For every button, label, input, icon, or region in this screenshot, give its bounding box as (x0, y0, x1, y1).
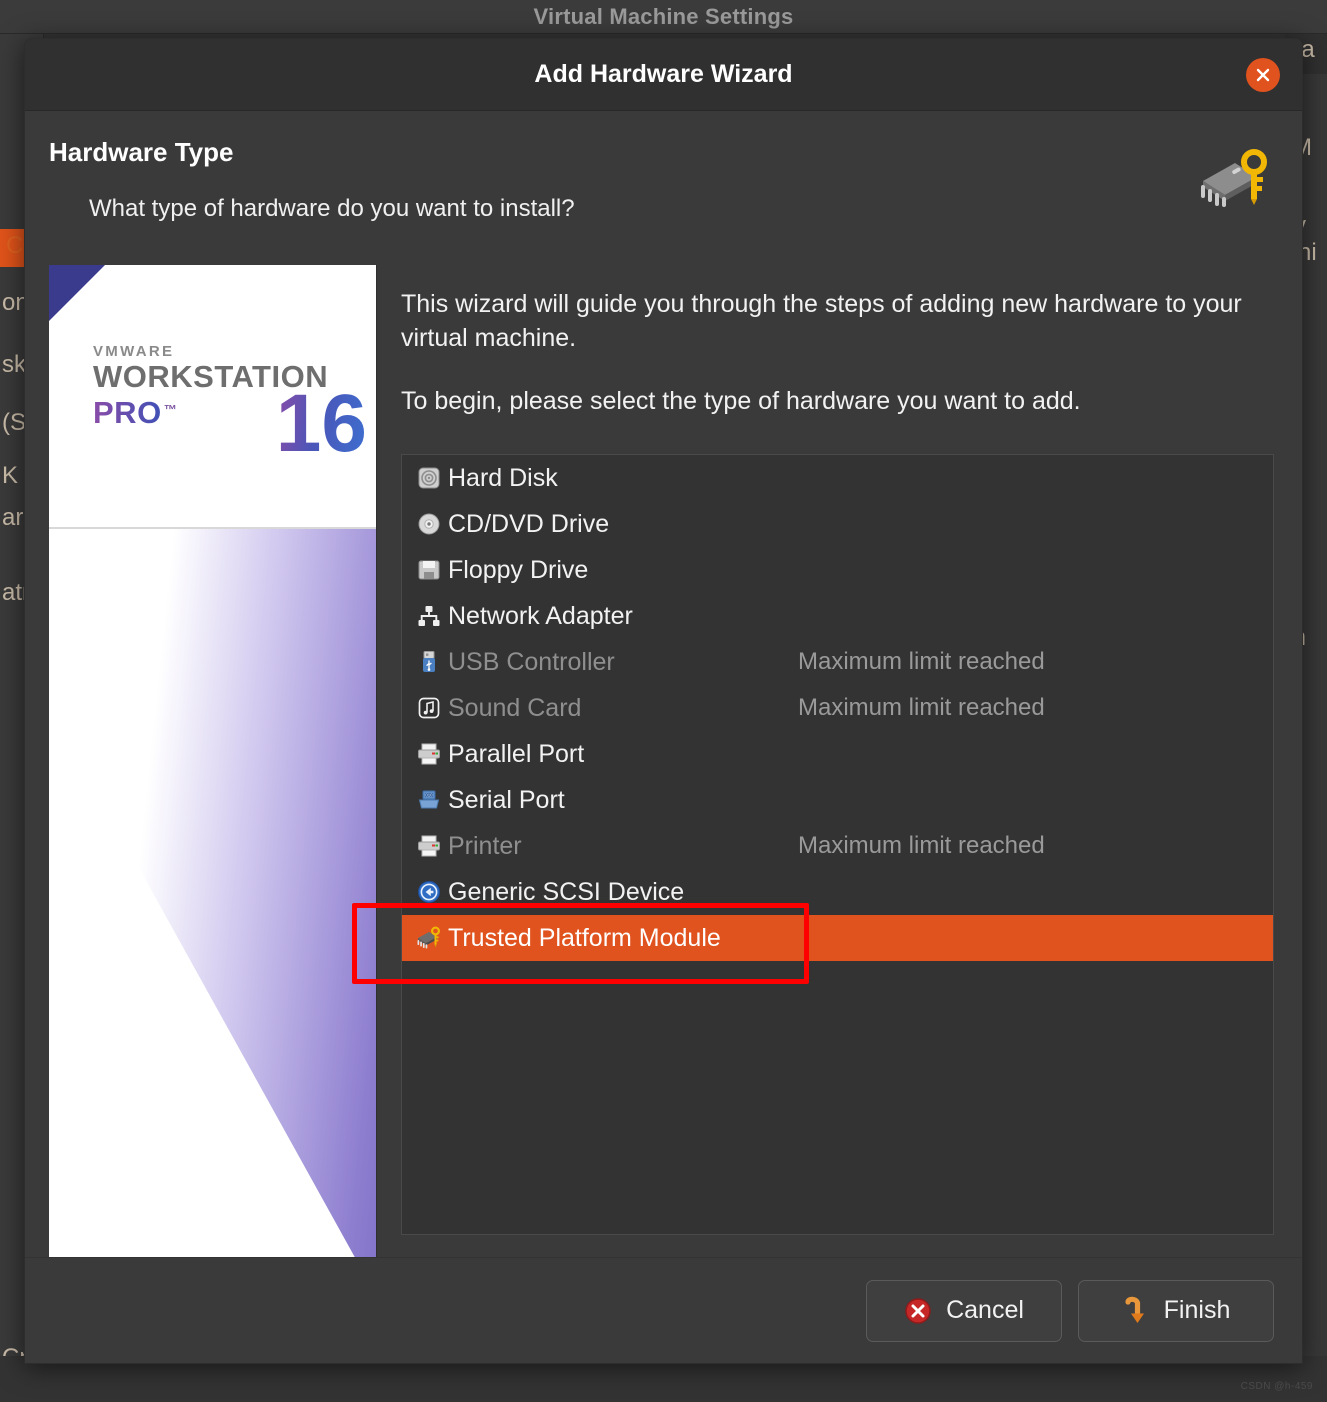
logo-trademark: ™ (163, 401, 177, 417)
list-item-label: Printer (448, 831, 522, 860)
logo-edition: PRO (93, 394, 162, 430)
serial-port-icon: 010 (416, 787, 442, 813)
list-item[interactable]: Generic SCSI Device (402, 869, 1273, 915)
splash-logo-area: VMWARE WORKSTATION PRO ™ 16 (49, 265, 376, 527)
tpm-chip-key-icon (416, 925, 442, 951)
list-item-trusted-platform-module[interactable]: Trusted Platform Module (402, 915, 1273, 961)
list-item-label: Serial Port (448, 785, 565, 814)
background-window-titlebar: Virtual Machine Settings (0, 0, 1327, 33)
splash-corner-accent (49, 265, 105, 321)
add-hardware-wizard-dialog: Add Hardware Wizard Hardware Type What t… (24, 38, 1303, 1364)
tpm-chip-key-icon (1195, 147, 1269, 209)
list-item-label: Hard Disk (448, 463, 558, 492)
dialog-title: Add Hardware Wizard (534, 60, 793, 88)
printer-icon (416, 833, 442, 859)
svg-text:010: 010 (425, 793, 433, 798)
list-item-label: USB Controller (448, 647, 615, 676)
background-fragment-2: sk (2, 351, 26, 378)
finish-arrow-icon (1122, 1296, 1150, 1326)
close-icon[interactable] (1246, 57, 1280, 92)
usb-icon (416, 649, 442, 675)
list-item-label: Parallel Port (448, 739, 585, 768)
list-item[interactable]: Parallel Port (402, 731, 1273, 777)
list-item[interactable]: Printer Maximum limit reached (402, 823, 1273, 869)
network-adapter-icon (416, 603, 442, 629)
logo-version: 16 (275, 378, 367, 469)
list-item-label: Trusted Platform Module (448, 923, 721, 952)
splash-gradient-artwork (49, 529, 376, 1257)
intro-paragraph-2: To begin, please select the type of hard… (401, 387, 1081, 415)
list-item-label: Generic SCSI Device (448, 877, 685, 906)
list-item[interactable]: Network Adapter (402, 593, 1273, 639)
vmware-splash-banner: VMWARE WORKSTATION PRO ™ 16 (49, 265, 377, 1257)
list-item-note: Maximum limit reached (798, 832, 1045, 859)
list-item-label: Sound Card (448, 693, 582, 722)
finish-button[interactable]: Finish (1078, 1279, 1274, 1342)
background-window-title: Virtual Machine Settings (533, 3, 794, 29)
list-item[interactable]: USB Controller Maximum limit reached (402, 639, 1273, 685)
cancel-circle-icon (904, 1297, 932, 1325)
list-item-label: CD/DVD Drive (448, 509, 610, 538)
list-item-label: Floppy Drive (448, 555, 589, 584)
list-item-label: Network Adapter (448, 601, 633, 630)
background-fragment-5: ar (2, 504, 24, 531)
logo-brand: VMWARE (93, 343, 175, 360)
list-item-note: Maximum limit reached (798, 694, 1045, 721)
watermark-text: CSDN @h-459 (1240, 1381, 1313, 1392)
page-title: Hardware Type (49, 137, 234, 167)
floppy-icon (416, 557, 442, 583)
dialog-header: Hardware Type What type of hardware do y… (25, 111, 1302, 265)
sound-card-icon (416, 695, 442, 721)
dialog-titlebar: Add Hardware Wizard (25, 39, 1302, 111)
list-item[interactable]: Hard Disk (402, 455, 1273, 501)
list-item[interactable]: Floppy Drive (402, 547, 1273, 593)
scsi-device-icon (416, 879, 442, 905)
hard-disk-icon (416, 465, 442, 491)
dialog-footer: Cancel Finish (25, 1257, 1302, 1363)
list-item[interactable]: Sound Card Maximum limit reached (402, 685, 1273, 731)
background-fragment-3: (S (2, 409, 26, 436)
intro-paragraph-1: This wizard will guide you through the s… (401, 290, 1242, 352)
cd-dvd-icon (416, 511, 442, 537)
list-item-note: Maximum limit reached (798, 648, 1045, 675)
list-item[interactable]: CD/DVD Drive (402, 501, 1273, 547)
finish-button-label: Finish (1163, 1296, 1231, 1324)
parallel-port-icon (416, 741, 442, 767)
page-subtitle: What type of hardware do you want to ins… (89, 195, 575, 222)
cancel-button[interactable]: Cancel (866, 1279, 1062, 1342)
dialog-content: VMWARE WORKSTATION PRO ™ 16 This wizard … (25, 265, 1302, 1257)
wizard-main-column: This wizard will guide you through the s… (377, 265, 1302, 1257)
list-item[interactable]: 010 Serial Port (402, 777, 1273, 823)
vmware-logo: VMWARE WORKSTATION PRO ™ 16 (93, 343, 373, 464)
hardware-type-list[interactable]: Hard Disk CD/DVD Drive Floppy Drive Netw… (401, 454, 1274, 1235)
cancel-button-label: Cancel (946, 1296, 1024, 1324)
